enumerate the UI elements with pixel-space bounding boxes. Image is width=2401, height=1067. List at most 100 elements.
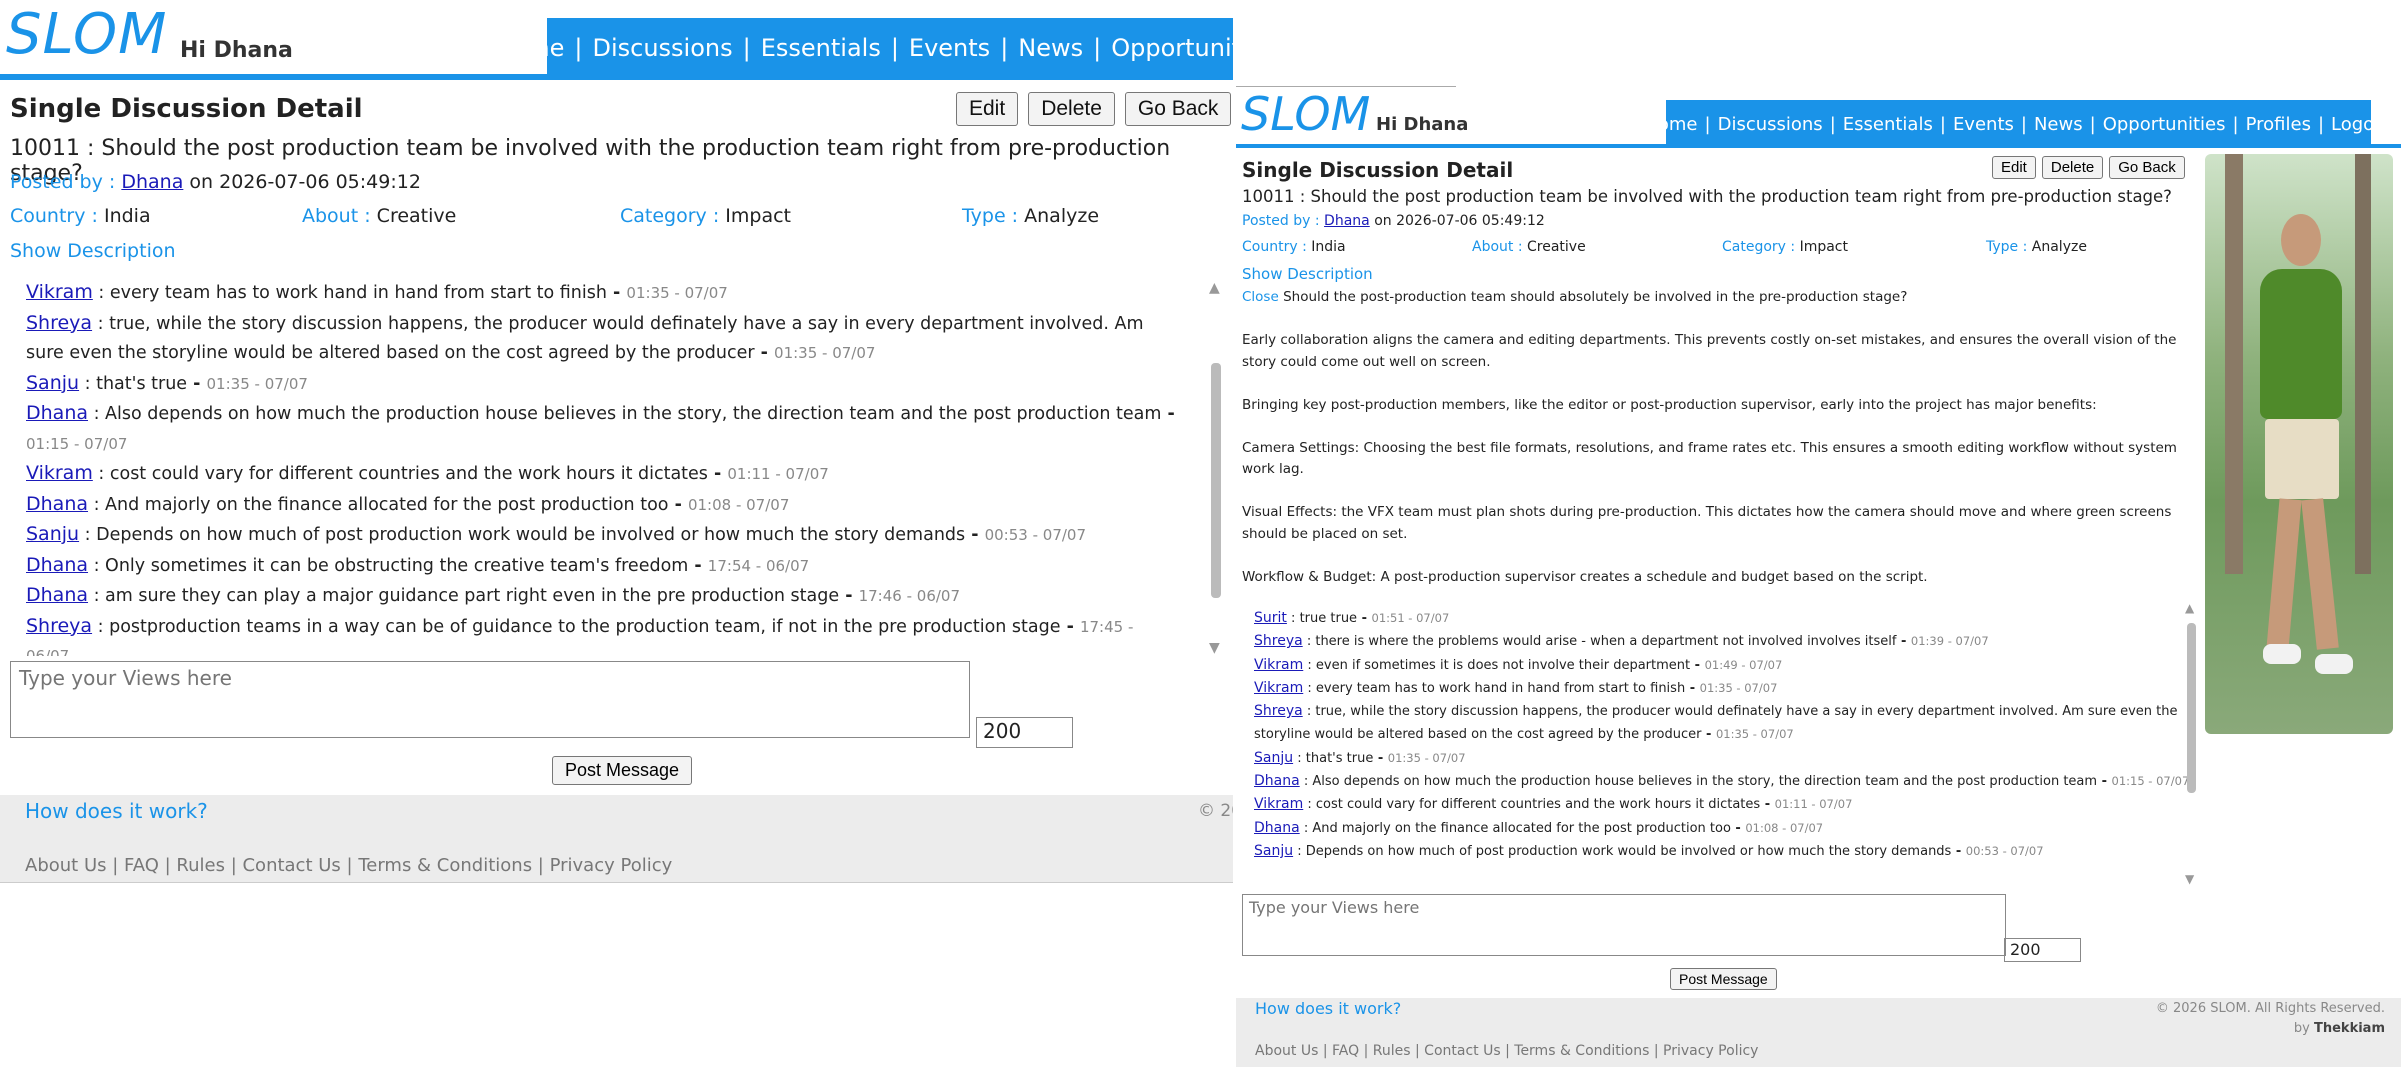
- nav-discussions[interactable]: Discussions: [1718, 114, 1823, 135]
- message-user-link[interactable]: Dhana: [26, 493, 88, 515]
- message-text: And majorly on the finance allocated for…: [105, 494, 669, 515]
- nav-events[interactable]: Events: [1953, 114, 2014, 135]
- message-user-link[interactable]: Sanju: [1254, 750, 1293, 766]
- nav-opportunities[interactable]: Opportunities: [1111, 34, 1233, 62]
- posted-by-user-link[interactable]: Dhana: [1324, 213, 1370, 229]
- message-user-link[interactable]: Vikram: [1254, 680, 1303, 696]
- nav-logout[interactable]: Logout: [2331, 114, 2393, 135]
- show-description-link[interactable]: Show Description: [10, 240, 176, 262]
- footer-rules-link[interactable]: Rules: [1373, 1043, 1411, 1059]
- footer-terms-link[interactable]: Terms & Conditions: [1514, 1043, 1649, 1059]
- post-message-button[interactable]: Post Message: [552, 756, 693, 785]
- message-dash: -: [187, 373, 207, 394]
- message-dash: -: [1760, 797, 1775, 813]
- nav-essentials[interactable]: Essentials: [1843, 114, 1933, 135]
- message-user-link[interactable]: Vikram: [1254, 796, 1303, 812]
- message-item: Vikram : cost could vary for different c…: [1254, 793, 2194, 816]
- message-user-link[interactable]: Sanju: [1254, 843, 1293, 859]
- message-user-link[interactable]: Dhana: [26, 554, 88, 576]
- message-dash: -: [1690, 657, 1705, 673]
- message-user-link[interactable]: Shreya: [1254, 633, 1303, 649]
- nav-separator: |: [742, 34, 751, 62]
- scrollbar-thumb[interactable]: [1211, 363, 1221, 598]
- credit-name[interactable]: Thekkiam: [2314, 1021, 2385, 1036]
- meta-label: Type :: [1986, 239, 2028, 255]
- message-item: Dhana : And majorly on the finance alloc…: [26, 490, 1176, 521]
- edit-button[interactable]: Edit: [1992, 156, 2036, 179]
- nav-home[interactable]: Home: [494, 34, 565, 62]
- message-user-link[interactable]: Sanju: [26, 372, 79, 394]
- nav-opportunities[interactable]: Opportunities: [2103, 114, 2226, 135]
- nav-profiles[interactable]: Profiles: [2246, 114, 2311, 135]
- message-item: Dhana : Also depends on how much the pro…: [1254, 770, 2194, 793]
- nav-essentials[interactable]: Essentials: [761, 34, 881, 62]
- message-user-link[interactable]: Dhana: [1254, 820, 1300, 836]
- message-separator: :: [88, 555, 106, 576]
- message-user-link[interactable]: Vikram: [26, 281, 93, 303]
- footer-faq-link[interactable]: FAQ: [1332, 1043, 1359, 1059]
- views-input[interactable]: [10, 661, 970, 738]
- message-user-link[interactable]: Vikram: [26, 462, 93, 484]
- show-description-link[interactable]: Show Description: [1242, 265, 1373, 283]
- footer-about-link[interactable]: About Us: [25, 855, 107, 876]
- message-user-link[interactable]: Dhana: [1254, 773, 1300, 789]
- main-nav: Home | Discussions | Essentials | Events | N…: [494, 18, 1233, 78]
- thread-scrollbar[interactable]: ▲ ▼: [2185, 601, 2199, 886]
- footer-about-link[interactable]: About Us: [1255, 1043, 1318, 1059]
- scroll-down-icon[interactable]: ▼: [2185, 872, 2194, 886]
- footer-privacy-link[interactable]: Privacy Policy: [550, 855, 673, 876]
- message-user-link[interactable]: Shreya: [1254, 703, 1303, 719]
- message-dash: -: [668, 494, 688, 515]
- message-timestamp: 01:51 - 07/07: [1371, 611, 1450, 625]
- nav-events[interactable]: Events: [909, 34, 990, 62]
- message-dash: -: [1161, 404, 1175, 424]
- nav-home[interactable]: Home: [1644, 114, 1697, 135]
- footer-privacy-link[interactable]: Privacy Policy: [1663, 1043, 1758, 1059]
- delete-button[interactable]: Delete: [2041, 156, 2104, 179]
- slom-logo[interactable]: SLOM: [6, 2, 167, 67]
- message-user-link[interactable]: Shreya: [26, 312, 92, 334]
- delete-button[interactable]: Delete: [1028, 92, 1115, 126]
- message-user-link[interactable]: Dhana: [26, 584, 88, 606]
- nav-news[interactable]: News: [2034, 114, 2083, 135]
- photo-person-shoe: [2263, 644, 2301, 664]
- posted-by: Posted by : Dhana on 2026-07-06 05:49:12: [10, 171, 421, 193]
- message-timestamp: 17:54 - 06/07: [707, 556, 810, 575]
- footer-rules-link[interactable]: Rules: [176, 855, 225, 876]
- message-timestamp: 01:11 - 07/07: [1774, 797, 1853, 812]
- message-item: Dhana : Only sometimes it can be obstruc…: [26, 551, 1176, 582]
- edit-button[interactable]: Edit: [956, 92, 1019, 126]
- go-back-button[interactable]: Go Back: [1124, 92, 1232, 126]
- footer-terms-link[interactable]: Terms & Conditions: [358, 855, 532, 876]
- posted-by-user-link[interactable]: Dhana: [121, 171, 183, 193]
- slom-logo[interactable]: SLOM: [1241, 87, 1370, 141]
- nav-news[interactable]: News: [1018, 34, 1083, 62]
- nav-discussions[interactable]: Discussions: [592, 34, 732, 62]
- footer-contact-link[interactable]: Contact Us: [1424, 1043, 1500, 1059]
- message-separator: :: [1302, 704, 1316, 720]
- message-user-link[interactable]: Sanju: [26, 523, 79, 545]
- message-user-link[interactable]: Dhana: [26, 402, 88, 424]
- how-it-works-link[interactable]: How does it work?: [25, 799, 208, 823]
- close-description-link[interactable]: Close: [1242, 289, 1279, 305]
- thread-scrollbar[interactable]: ▲ ▼: [1208, 278, 1224, 656]
- description-panel: Close Should the post-production team sh…: [1242, 287, 2197, 610]
- message-user-link[interactable]: Vikram: [1254, 657, 1303, 673]
- footer-contact-link[interactable]: Contact Us: [242, 855, 340, 876]
- go-back-button[interactable]: Go Back: [2109, 156, 2185, 179]
- footer-links: About Us | FAQ | Rules | Contact Us | Te…: [25, 855, 673, 876]
- scrollbar-thumb[interactable]: [2187, 623, 2196, 793]
- message-user-link[interactable]: Shreya: [26, 615, 92, 637]
- scroll-up-icon[interactable]: ▲: [1209, 280, 1220, 296]
- meta-country: Country : India: [10, 205, 151, 227]
- how-it-works-link[interactable]: How does it work?: [1255, 999, 1401, 1018]
- message-user-link[interactable]: Surit: [1254, 610, 1287, 626]
- scroll-down-icon[interactable]: ▼: [1209, 640, 1220, 656]
- message-text: every team has to work hand in hand from…: [1315, 680, 1686, 696]
- posted-by-label: Posted by :: [1242, 213, 1320, 229]
- views-input[interactable]: [1242, 894, 2006, 956]
- footer-faq-link[interactable]: FAQ: [124, 855, 159, 876]
- scroll-up-icon[interactable]: ▲: [2185, 601, 2194, 615]
- post-message-button[interactable]: Post Message: [1670, 968, 1777, 990]
- meta-label: About :: [1472, 239, 1523, 255]
